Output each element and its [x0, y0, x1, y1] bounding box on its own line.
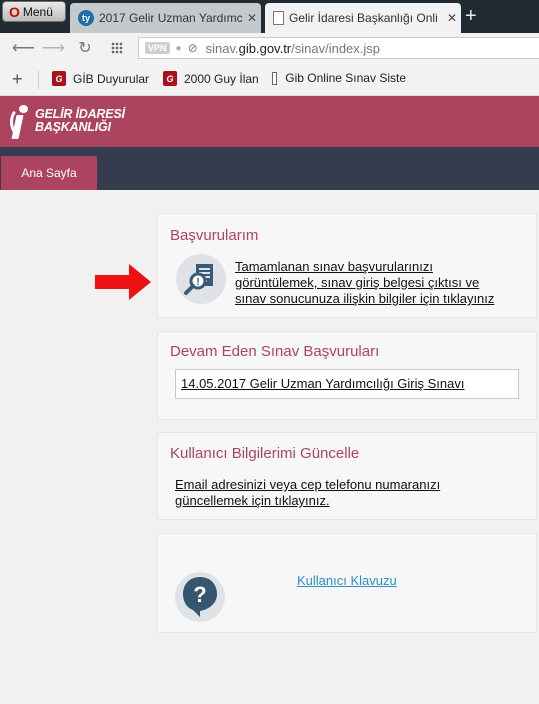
new-tab-button[interactable]: + [465, 6, 477, 26]
gib-logo[interactable]: GELİR İDARESİ BAŞKANLIĞI [10, 103, 125, 139]
update-title: Kullanıcı Bilgilerimi Güncelle [170, 445, 360, 462]
bookmarks-bar: + G GİB Duyurular G 2000 Guy İlan Gib On… [0, 63, 539, 96]
forward-arrow-icon[interactable]: ⟶ [42, 38, 65, 58]
site-nav-bar: Ana Sayfa [0, 147, 539, 190]
dot-separator-icon: ● [175, 42, 182, 54]
svg-text:?: ? [193, 582, 206, 607]
browser-tab-strip: O Menü ty 2017 Gelir Uzman Yardımcı ✕ Ge… [0, 0, 539, 33]
url-field[interactable]: VPN ● ⊘ sinav.gib.gov.tr/sinav/index.jsp [138, 37, 539, 59]
reload-icon[interactable]: ↻ [76, 38, 94, 58]
browser-menu-label: Menü [22, 4, 53, 19]
user-guide-card: ? Kullanıcı Klavuzu [157, 533, 537, 633]
add-bookmark-icon[interactable]: + [12, 69, 23, 90]
ongoing-applications-card: Devam Eden Sınav Başvuruları 14.05.2017 … [157, 331, 537, 420]
bookmark-2000-guy-ilan[interactable]: G 2000 Guy İlan [163, 71, 259, 86]
logo-line-2: BAŞKANLIĞI [35, 120, 111, 134]
ongoing-title: Devam Eden Sınav Başvuruları [170, 343, 380, 360]
document-favicon-icon [273, 11, 284, 25]
document-search-icon: ! [176, 254, 226, 304]
applications-title: Başvurularım [170, 227, 259, 244]
site-info-icon[interactable]: ⊘ [188, 41, 198, 55]
bookmark-gib-duyurular[interactable]: G GİB Duyurular [52, 71, 149, 86]
help-question-icon[interactable]: ? [175, 572, 225, 622]
ty-favicon-icon: ty [78, 10, 94, 26]
update-profile-card: Kullanıcı Bilgilerimi Güncelle Email adr… [157, 432, 537, 520]
document-icon [272, 71, 278, 85]
speed-dial-grid-icon[interactable] [111, 42, 123, 54]
svg-text:!: ! [196, 277, 199, 288]
update-profile-link[interactable]: Email adresinizi veya cep telefonu numar… [175, 477, 475, 509]
red-arrow-icon [95, 264, 151, 300]
url-text: sinav.gib.gov.tr/sinav/index.jsp [205, 40, 381, 56]
tab-exam-announcement[interactable]: ty 2017 Gelir Uzman Yardımcı ✕ [70, 3, 261, 33]
site-header: GELİR İDARESİ BAŞKANLIĞI [0, 96, 539, 147]
tab-gib-online[interactable]: Gelir İdaresi Başkanlığı Onli ✕ [265, 3, 461, 33]
ongoing-exam-link[interactable]: 14.05.2017 Gelir Uzman Yardımcılığı Giri… [181, 376, 464, 392]
back-arrow-icon[interactable]: ⟵ [12, 38, 35, 58]
bookmarks-divider [38, 71, 39, 89]
gib-icon: G [52, 71, 66, 86]
vpn-badge[interactable]: VPN [145, 42, 170, 54]
opera-logo-icon: O [9, 3, 20, 20]
bookmark-gib-online-sinav[interactable]: Gib Online Sınav Siste [272, 71, 406, 85]
gib-icon: G [163, 71, 177, 86]
tab-title: 2017 Gelir Uzman Yardımcı [99, 11, 243, 25]
ongoing-exam-box: 14.05.2017 Gelir Uzman Yardımcılığı Giri… [175, 369, 519, 399]
browser-menu-button[interactable]: O Menü [2, 1, 66, 22]
applications-link[interactable]: Tamamlanan sınav başvurularınızı görüntü… [235, 259, 535, 307]
tab-close-icon[interactable]: ✕ [243, 11, 261, 25]
tab-home[interactable]: Ana Sayfa [1, 156, 97, 190]
address-bar-row: ⟵ ⟶ ↻ VPN ● ⊘ sinav.gib.gov.tr/sinav/ind… [0, 33, 539, 63]
user-guide-link[interactable]: Kullanıcı Klavuzu [297, 573, 397, 589]
tab-title: Gelir İdaresi Başkanlığı Onli [289, 11, 438, 25]
gib-logo-mark-icon [10, 103, 32, 139]
applications-card: Başvurularım ! Tamamlanan sınav başvurul… [157, 213, 537, 318]
tab-close-icon[interactable]: ✕ [443, 11, 461, 25]
